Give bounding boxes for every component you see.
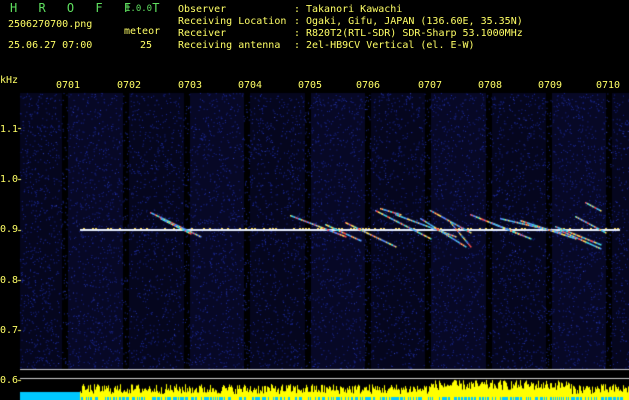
meteor-label: meteor [124, 26, 161, 37]
app-version: 1.0.0 [125, 4, 153, 14]
info-separator: : [294, 40, 301, 51]
x-tick-label: 0708 [478, 80, 503, 91]
info-row-observer: Observer: Takanori Kawachi [178, 4, 402, 16]
info-row-antenna: Receiving antenna:2el-HB9CV Vertical (el… [178, 40, 475, 52]
spectrogram-canvas [0, 0, 629, 400]
x-tick-label: 0703 [178, 80, 203, 91]
info-separator: : [294, 16, 301, 27]
y-tick-label: 0.9 [0, 224, 19, 235]
info-key: Receiver [178, 28, 227, 39]
x-tick-label: 0707 [418, 80, 443, 91]
meteor-count: 25 [140, 40, 153, 51]
info-key: Observer [178, 4, 227, 15]
x-tick-label: 0704 [238, 80, 263, 91]
info-value: Takanori Kawachi [306, 4, 403, 15]
x-tick-label: 0709 [538, 80, 563, 91]
info-row-receiver: Receiver: R820T2(RTL-SDR) SDR-Sharp 53.10… [178, 28, 523, 40]
y-tick-label: 0.6 [0, 375, 19, 386]
x-tick-label: 0701 [56, 80, 81, 91]
x-tick-label: 0705 [298, 80, 323, 91]
x-tick-label: 0702 [117, 80, 142, 91]
info-value: Ogaki, Gifu, JAPAN (136.60E, 35.35N) [306, 16, 523, 27]
info-separator: : [294, 28, 301, 39]
y-tick-label: 1.1 [0, 124, 19, 135]
info-separator: : [294, 4, 301, 15]
info-value: 2el-HB9CV Vertical (el. E-W) [306, 40, 475, 51]
info-key: Receiving antenna [178, 40, 281, 51]
y-tick-label: 0.8 [0, 275, 19, 286]
info-row-location: Receiving Location: Ogaki, Gifu, JAPAN (1… [178, 16, 523, 28]
capture-filename: 2506270700.png [8, 19, 93, 30]
x-tick-label: 0710 [596, 80, 621, 91]
y-tick-label: 1.0 [0, 174, 19, 185]
y-axis-unit: kHz [0, 75, 19, 86]
capture-datetime: 25.06.27 07:00 [8, 40, 93, 51]
y-tick-label: 0.7 [0, 325, 19, 336]
x-tick-label: 0706 [356, 80, 381, 91]
info-key: Receiving Location [178, 16, 287, 27]
info-value: R820T2(RTL-SDR) SDR-Sharp 53.1000MHz [306, 28, 523, 39]
